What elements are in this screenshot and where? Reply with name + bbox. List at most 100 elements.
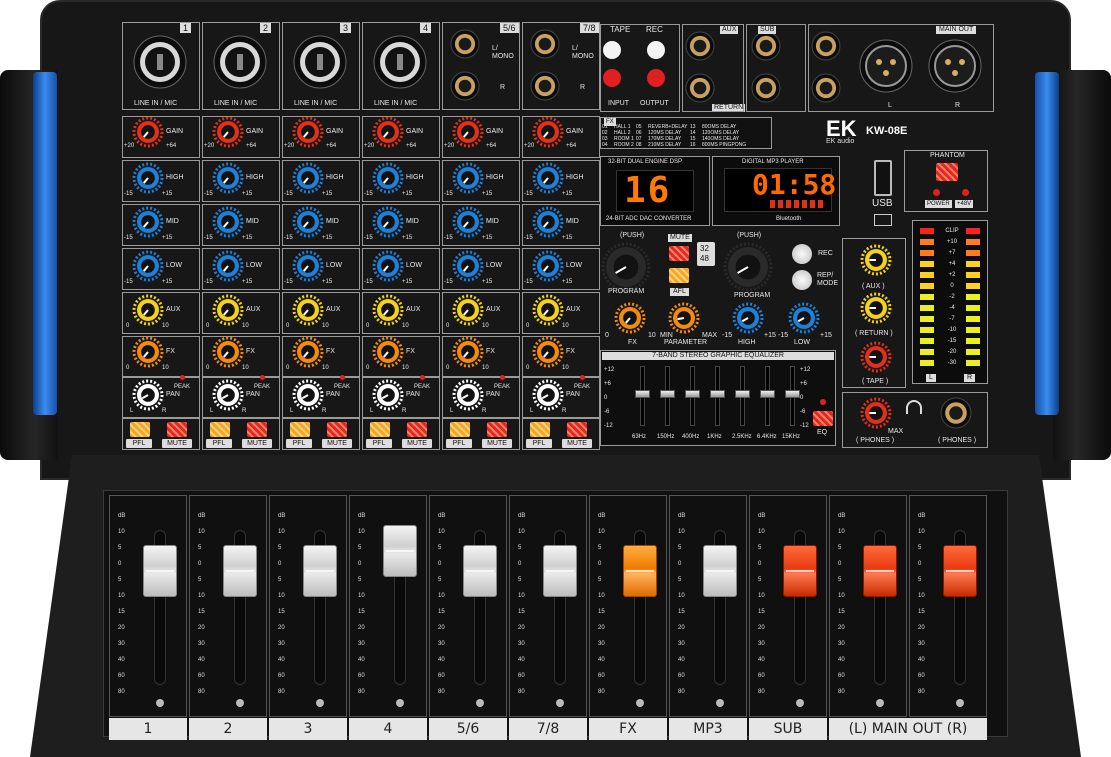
dsp-converter-label: 24-BIT ADC DAC CONVERTER <box>606 216 692 222</box>
fader-scale-label: 10 <box>118 593 125 599</box>
pfl-button-ch6[interactable] <box>530 422 550 437</box>
fader-scale-label: 20 <box>678 625 685 631</box>
dsp-program-readout: 16 <box>624 170 672 211</box>
fader-scale-label: dB <box>118 513 126 519</box>
fader-cap-3[interactable] <box>303 545 337 597</box>
fader-cap-11[interactable] <box>943 545 977 597</box>
fader-scale-label: dB <box>598 513 606 519</box>
eq-slider-400Hz[interactable] <box>685 390 700 398</box>
fader-cap-10[interactable] <box>863 545 897 597</box>
mute-label-ch6: MUTE <box>562 439 592 448</box>
pfl-button-ch2[interactable] <box>210 422 230 437</box>
fader-cap-7[interactable] <box>623 545 657 597</box>
eq-slider-6.4KHz[interactable] <box>760 390 775 398</box>
fader-cap-2[interactable] <box>223 545 257 597</box>
fx-max-ch4: 10 <box>402 365 409 371</box>
fader-scale-label: 10 <box>438 529 445 535</box>
fader-scale-label: dB <box>918 513 926 519</box>
fx-min-ch1: 0 <box>126 365 130 371</box>
pfl-button-ch1[interactable] <box>130 422 150 437</box>
fader-scale-label: 5 <box>118 545 122 551</box>
pfl-button-ch3[interactable] <box>290 422 310 437</box>
fader-scale-label: 30 <box>918 641 925 647</box>
master-knob-box <box>842 238 906 388</box>
fader-scale-label: 5 <box>678 545 682 551</box>
phantom-button[interactable] <box>936 163 958 181</box>
fader-cap-5[interactable] <box>463 545 497 597</box>
mp3-low-knob[interactable] <box>788 302 820 334</box>
fader-scale-label: dB <box>438 513 446 519</box>
rep-mode-button[interactable] <box>792 270 812 290</box>
eq-slider-150Hz[interactable] <box>660 390 675 398</box>
mute-button-ch3[interactable] <box>327 422 347 437</box>
fader-scale-label: 15 <box>198 609 205 615</box>
fx-return-knob[interactable] <box>614 302 646 334</box>
eq-level-right: -12 <box>800 423 809 429</box>
eq-level-left: -6 <box>604 409 610 415</box>
mute-button-ch2[interactable] <box>247 422 267 437</box>
eq-slider-2.5KHz[interactable] <box>735 390 750 398</box>
fader-scale-label: 10 <box>598 593 605 599</box>
eq-slider-1KHz[interactable] <box>710 390 725 398</box>
fader-scale-label: 5 <box>918 577 922 583</box>
fader-scale-label: 0 <box>758 561 762 567</box>
fader-scale-label: 60 <box>358 673 365 679</box>
mute-button-ch4[interactable] <box>407 422 427 437</box>
fader-cap-6[interactable] <box>543 545 577 597</box>
eq-level-left: -12 <box>604 423 613 429</box>
meter-led-right <box>966 316 980 322</box>
eq-title: 7-BAND STEREO GRAPHIC EQUALIZER <box>602 352 834 360</box>
strip-cell-high-4 <box>362 160 440 202</box>
eq-slider-63Hz[interactable] <box>635 390 650 398</box>
high-min-ch5: -15 <box>444 191 453 197</box>
meter-scale-label: -15 <box>947 338 957 344</box>
fader-cap-1[interactable] <box>143 545 177 597</box>
fader-cap-9[interactable] <box>783 545 817 597</box>
rec-button[interactable] <box>792 244 812 264</box>
high-max-ch1: +15 <box>162 191 173 197</box>
parameter-knob[interactable] <box>668 302 700 334</box>
fader-scale-label: 80 <box>918 689 925 695</box>
pfl-button-ch5[interactable] <box>450 422 470 437</box>
fader-scale-label: 5 <box>438 577 442 583</box>
fader-scale-label: 80 <box>838 689 845 695</box>
pfl-label-ch4: PFL <box>366 439 392 448</box>
high-label-ch4: HIGH <box>406 174 424 181</box>
fader-scale-label: 30 <box>438 641 445 647</box>
mid-min-ch5: -15 <box>444 235 453 241</box>
fader-scale-label: 0 <box>198 561 202 567</box>
usb-port[interactable] <box>874 160 892 196</box>
meter-left-label: L <box>926 374 936 382</box>
fader-scale-label: 80 <box>678 689 685 695</box>
strip-cell-aux-4 <box>362 292 440 334</box>
mp3-program-knob[interactable] <box>723 242 773 292</box>
fx-mute-button[interactable] <box>669 246 689 261</box>
afl-button[interactable] <box>669 268 689 283</box>
mp3-high-knob[interactable] <box>732 302 764 334</box>
eq-slider-15KHz[interactable] <box>785 390 800 398</box>
strip-cell-aux-5 <box>442 292 520 334</box>
mid-min-ch1: -15 <box>124 235 133 241</box>
pfl-button-ch4[interactable] <box>370 422 390 437</box>
fader-cap-8[interactable] <box>703 545 737 597</box>
channel-number-1: 1 <box>180 23 192 33</box>
meter-led-left <box>920 360 934 366</box>
fader-scale-label: 15 <box>598 609 605 615</box>
mute-button-ch5[interactable] <box>487 422 507 437</box>
fader-scale-label: 40 <box>118 657 125 663</box>
mute-button-ch6[interactable] <box>567 422 587 437</box>
dsp-program-knob[interactable] <box>601 242 651 292</box>
pan-l-ch1: L <box>130 408 134 414</box>
high-min-ch3: -15 <box>284 191 293 197</box>
low-min-ch3: -15 <box>284 279 293 285</box>
fader-screw <box>956 699 964 707</box>
eq-button[interactable] <box>813 411 833 426</box>
low-label-ch6: LOW <box>566 262 582 269</box>
input-box-3 <box>282 22 360 110</box>
fader-cap-4[interactable] <box>383 525 417 577</box>
mute-button-ch1[interactable] <box>167 422 187 437</box>
strip-cell-aux-1 <box>122 292 200 334</box>
pan-l-ch3: L <box>290 408 294 414</box>
pan-r-ch4: R <box>402 408 407 414</box>
peak-led-ch6 <box>580 375 585 380</box>
